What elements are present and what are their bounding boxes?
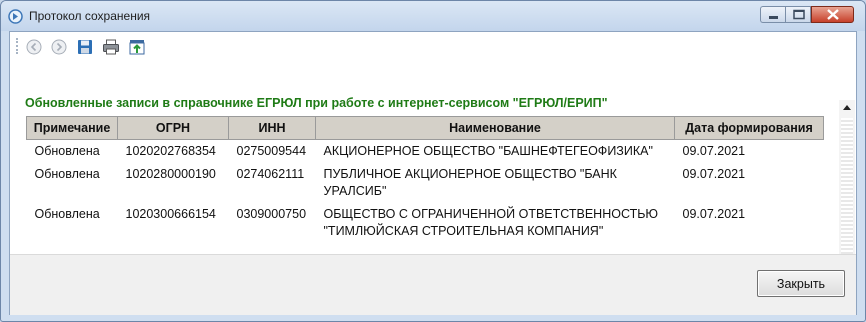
close-icon	[827, 9, 839, 20]
title-bar[interactable]: Протокол сохранения	[1, 1, 865, 31]
column-header-note[interactable]: Примечание	[26, 116, 118, 140]
dialog-client: Обновленные записи в справочнике ЕГРЮЛ п…	[9, 31, 857, 315]
forward-button[interactable]	[50, 38, 68, 56]
window-title: Протокол сохранения	[29, 9, 151, 23]
save-protocol-window: Протокол сохранения Обновленные записи в…	[0, 0, 866, 322]
column-header-ogrn[interactable]: ОГРН	[117, 116, 229, 140]
column-header-date[interactable]: Дата формирования	[674, 116, 824, 140]
cell-ogrn: 1020202768354	[125, 144, 216, 158]
close-window-button[interactable]	[811, 6, 854, 23]
maximize-button[interactable]	[785, 6, 811, 23]
vertical-scrollbar[interactable]	[839, 100, 855, 254]
maximize-icon	[793, 9, 805, 20]
app-icon	[8, 9, 23, 24]
print-button[interactable]	[102, 38, 120, 56]
back-button[interactable]	[25, 38, 43, 56]
table-row[interactable]: Обновлена 1020280000190 0274062111 ПУБЛИ…	[27, 163, 824, 203]
toolbar-grip	[16, 38, 21, 54]
button-panel: Закрыть	[10, 254, 856, 315]
forward-icon	[51, 39, 67, 55]
minimize-icon	[769, 16, 778, 19]
arrow-up-icon	[843, 105, 851, 110]
cell-date: 09.07.2021	[682, 207, 746, 221]
column-header-name[interactable]: Наименование	[315, 116, 675, 140]
table-row[interactable]: Обновлена 1020202768354 0275009544 АКЦИО…	[27, 140, 824, 164]
minimize-button[interactable]	[760, 6, 785, 23]
scroll-track[interactable]	[841, 118, 853, 254]
cell-ogrn: 1020300666154	[125, 207, 216, 221]
back-icon	[26, 39, 42, 55]
print-icon	[103, 39, 119, 55]
table-row[interactable]: Обновлена 1020300666154 0309000750 ОБЩЕС…	[27, 203, 824, 243]
save-button[interactable]	[76, 38, 94, 56]
report-heading: Обновленные записи в справочнике ЕГРЮЛ п…	[25, 96, 608, 110]
cell-inn: 0274062111	[236, 167, 305, 181]
export-button[interactable]	[128, 38, 146, 56]
cell-name: ОБЩЕСТВО С ОГРАНИЧЕННОЙ ОТВЕТСТВЕННОСТЬЮ…	[323, 207, 659, 238]
cell-date: 09.07.2021	[682, 167, 746, 181]
cell-name: АКЦИОНЕРНОЕ ОБЩЕСТВО "БАШНЕФТЕГЕОФИЗИКА"	[323, 144, 653, 158]
records-table: Примечание ОГРН ИНН Наименование Дата фо…	[26, 116, 824, 243]
cell-inn: 0275009544	[236, 144, 307, 158]
table-header-row: Примечание ОГРН ИНН Наименование Дата фо…	[26, 116, 824, 140]
toolbar	[10, 32, 856, 60]
cell-ogrn: 1020280000190	[125, 167, 216, 181]
close-button[interactable]: Закрыть	[757, 270, 845, 297]
scroll-up-button[interactable]	[839, 100, 855, 116]
cell-name: ПУБЛИЧНОЕ АКЦИОНЕРНОЕ ОБЩЕСТВО "БАНК УРА…	[323, 167, 617, 198]
cell-date: 09.07.2021	[682, 144, 746, 158]
export-icon	[129, 40, 145, 55]
report-area: Обновленные записи в справочнике ЕГРЮЛ п…	[10, 60, 856, 254]
cell-note: Обновлена	[34, 207, 100, 221]
cell-note: Обновлена	[34, 144, 100, 158]
column-header-inn[interactable]: ИНН	[228, 116, 316, 140]
save-icon	[78, 40, 92, 54]
cell-note: Обновлена	[34, 167, 100, 181]
cell-inn: 0309000750	[236, 207, 307, 221]
